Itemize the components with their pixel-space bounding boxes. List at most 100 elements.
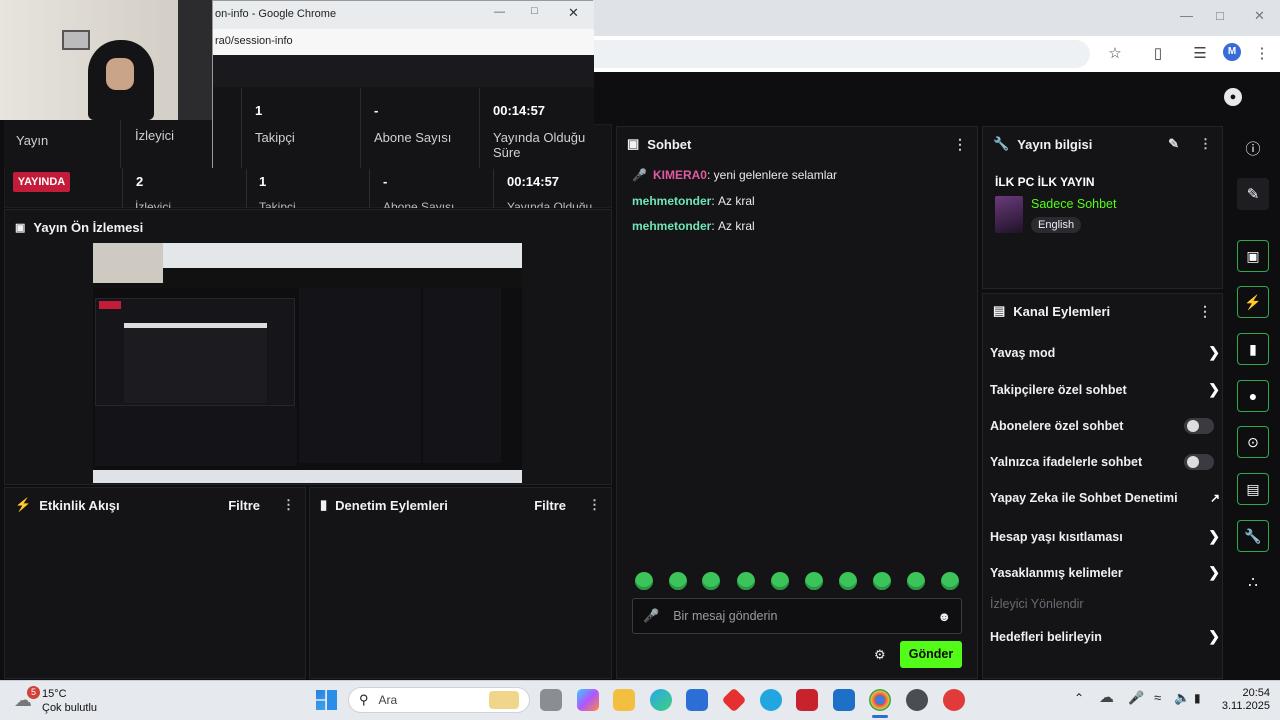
system-clock[interactable]: 20:54 3.11.2025: [1218, 687, 1270, 713]
action-banned-words[interactable]: Yasaklanmış kelimeler ❯: [990, 564, 1220, 581]
weather-widget[interactable]: ☁ 5 15°C Çok bulutlu: [14, 686, 124, 716]
bookmark-star-icon[interactable]: ☆: [1105, 44, 1125, 64]
onedrive-icon[interactable]: ☁: [1099, 688, 1114, 706]
broadcast-icon[interactable]: ⊙: [1237, 426, 1269, 458]
extensions-icon[interactable]: ▯: [1148, 44, 1168, 64]
kebab-menu-icon[interactable]: ⋮: [1198, 303, 1212, 320]
stream-info-title: Yayın bilgisi: [1017, 136, 1093, 152]
taskbar-search[interactable]: ⚲ Ara: [348, 687, 530, 713]
stat-label-cut: Yayında Olduğu: [507, 200, 593, 208]
edit-icon[interactable]: ✎: [1168, 136, 1179, 152]
stat-label-cut: Takipçi: [259, 200, 296, 208]
emote-icon[interactable]: [771, 572, 789, 590]
lightning-icon: ⚡: [15, 497, 32, 512]
kebab-menu-icon[interactable]: ⋮: [953, 136, 967, 153]
dashboard-logo-icon[interactable]: ●: [1224, 88, 1242, 106]
info-icon[interactable]: ⓘ: [1237, 132, 1269, 164]
profile-avatar[interactable]: M: [1223, 43, 1241, 61]
popup-url: ra0/session-info: [215, 35, 293, 47]
mic-icon: 🎤: [632, 168, 647, 182]
popup-stat-subs: - Abone Sayısı: [374, 103, 452, 145]
media-controls-icon[interactable]: ☰: [1190, 44, 1210, 64]
emote-icon[interactable]: [635, 572, 653, 590]
session-info-window: on-info - Google Chrome — □ ✕ ra0/sessio…: [212, 0, 594, 169]
microphone-icon[interactable]: 🎤: [1128, 690, 1144, 706]
kebab-menu-icon[interactable]: ⋮: [1199, 136, 1212, 152]
search-highlight-icon: [489, 691, 519, 709]
maximize-icon[interactable]: □: [1216, 8, 1224, 23]
language-tag: English: [1031, 217, 1082, 233]
channel-actions-header: ▤ Kanal Eylemleri ⋮: [983, 294, 1222, 328]
close-icon[interactable]: ✕: [568, 5, 579, 21]
events-title: Etkinlik Akışı: [39, 497, 120, 513]
screenshot-icon[interactable]: ▣: [1237, 240, 1269, 272]
chat-settings-icon[interactable]: ⚙: [874, 647, 886, 663]
popup-stat-followers: 1 Takipçi: [255, 103, 295, 145]
stat-followers: 1: [259, 174, 267, 189]
kebab-menu-icon[interactable]: ⋮: [282, 497, 295, 513]
channel-actions-title: Kanal Eylemleri: [1013, 303, 1111, 319]
subscribers-only-toggle[interactable]: [1184, 418, 1214, 434]
chevron-right-icon: ❯: [1208, 344, 1220, 360]
moderation-filter-button[interactable]: Filtre: [534, 498, 566, 513]
copilot-icon[interactable]: [577, 689, 599, 711]
minimize-icon[interactable]: —: [1180, 8, 1193, 23]
lightning-icon[interactable]: ⚡: [1237, 286, 1269, 318]
file-explorer-icon[interactable]: [613, 689, 635, 711]
maximize-icon[interactable]: □: [531, 5, 538, 17]
volume-icon[interactable]: 🔈: [1174, 690, 1190, 706]
edge-icon[interactable]: [650, 689, 672, 711]
emote-icon[interactable]: [941, 572, 959, 590]
action-emote-only[interactable]: Yalnızca ifadelerle sohbet: [990, 454, 1220, 470]
popup-address-bar[interactable]: ra0/session-info: [213, 29, 594, 55]
action-subscribers-only[interactable]: Abonelere özel sohbet: [990, 418, 1220, 434]
app-blue-icon[interactable]: [760, 689, 782, 711]
external-link-icon: ↗: [1209, 491, 1220, 505]
emote-icon[interactable]: [669, 572, 687, 590]
edit-stream-icon[interactable]: ✎: [1237, 178, 1269, 210]
action-followers-only[interactable]: Takipçilere özel sohbet ❯: [990, 381, 1220, 398]
chat-bubble-icon[interactable]: ●: [1237, 380, 1269, 412]
emote-only-toggle[interactable]: [1184, 454, 1214, 470]
obs-icon[interactable]: [906, 689, 928, 711]
wifi-icon[interactable]: ≈: [1154, 690, 1161, 705]
emote-icon[interactable]: [737, 572, 755, 590]
start-windows-icon-right[interactable]: [327, 690, 337, 710]
emote-icon[interactable]: [805, 572, 823, 590]
app-red-circle-icon[interactable]: [943, 689, 965, 711]
emoji-icon[interactable]: ☻: [937, 609, 951, 624]
action-set-goals[interactable]: Hedefleri belirleyin ❯: [990, 628, 1220, 645]
battery-icon[interactable]: ▮: [1194, 691, 1201, 705]
popup-header-strip: [213, 55, 594, 87]
store-icon[interactable]: [686, 689, 708, 711]
close-icon[interactable]: ✕: [1254, 8, 1265, 24]
emote-icon[interactable]: [702, 572, 720, 590]
wrench-icon[interactable]: 🔧: [1237, 520, 1269, 552]
stream-title: İLK PC İLK YAYIN: [995, 175, 1095, 189]
layout-icon[interactable]: ▤: [1237, 473, 1269, 505]
notes-icon[interactable]: ▮: [1237, 333, 1269, 365]
chat-input[interactable]: 🎤 Bir mesaj gönderin ☻: [632, 598, 962, 634]
chevron-up-icon[interactable]: ⌃: [1074, 691, 1084, 705]
emote-icon[interactable]: [873, 572, 891, 590]
events-filter-button[interactable]: Filtre: [228, 498, 260, 513]
category-link[interactable]: Sadece Sohbet: [1031, 197, 1117, 211]
outlook-icon[interactable]: [833, 689, 855, 711]
kebab-menu-icon[interactable]: ⋮: [588, 497, 601, 513]
emote-icon[interactable]: [907, 572, 925, 590]
stream-preview-video[interactable]: [93, 243, 522, 483]
task-view-icon[interactable]: [540, 689, 562, 711]
popup-stat-duration: 00:14:57 Yayında Olduğu Süre: [493, 103, 586, 160]
action-slow-mode[interactable]: Yavaş mod ❯: [990, 344, 1220, 361]
action-account-age[interactable]: Hesap yaşı kısıtlaması ❯: [990, 528, 1220, 545]
send-button[interactable]: Gönder: [900, 641, 962, 668]
minimize-icon[interactable]: —: [494, 6, 505, 18]
action-ai-moderation[interactable]: Yapay Zeka ile Sohbet Denetimi ↗: [990, 491, 1220, 505]
mcafee-icon[interactable]: [796, 689, 818, 711]
browser-menu-icon[interactable]: ⋮: [1252, 44, 1272, 64]
connections-icon[interactable]: ∴: [1237, 566, 1269, 598]
emote-icon[interactable]: [839, 572, 857, 590]
chrome-icon[interactable]: [869, 689, 891, 711]
camera-icon: ▣: [15, 221, 26, 234]
stat-label-cut: İzleyici: [135, 200, 172, 208]
